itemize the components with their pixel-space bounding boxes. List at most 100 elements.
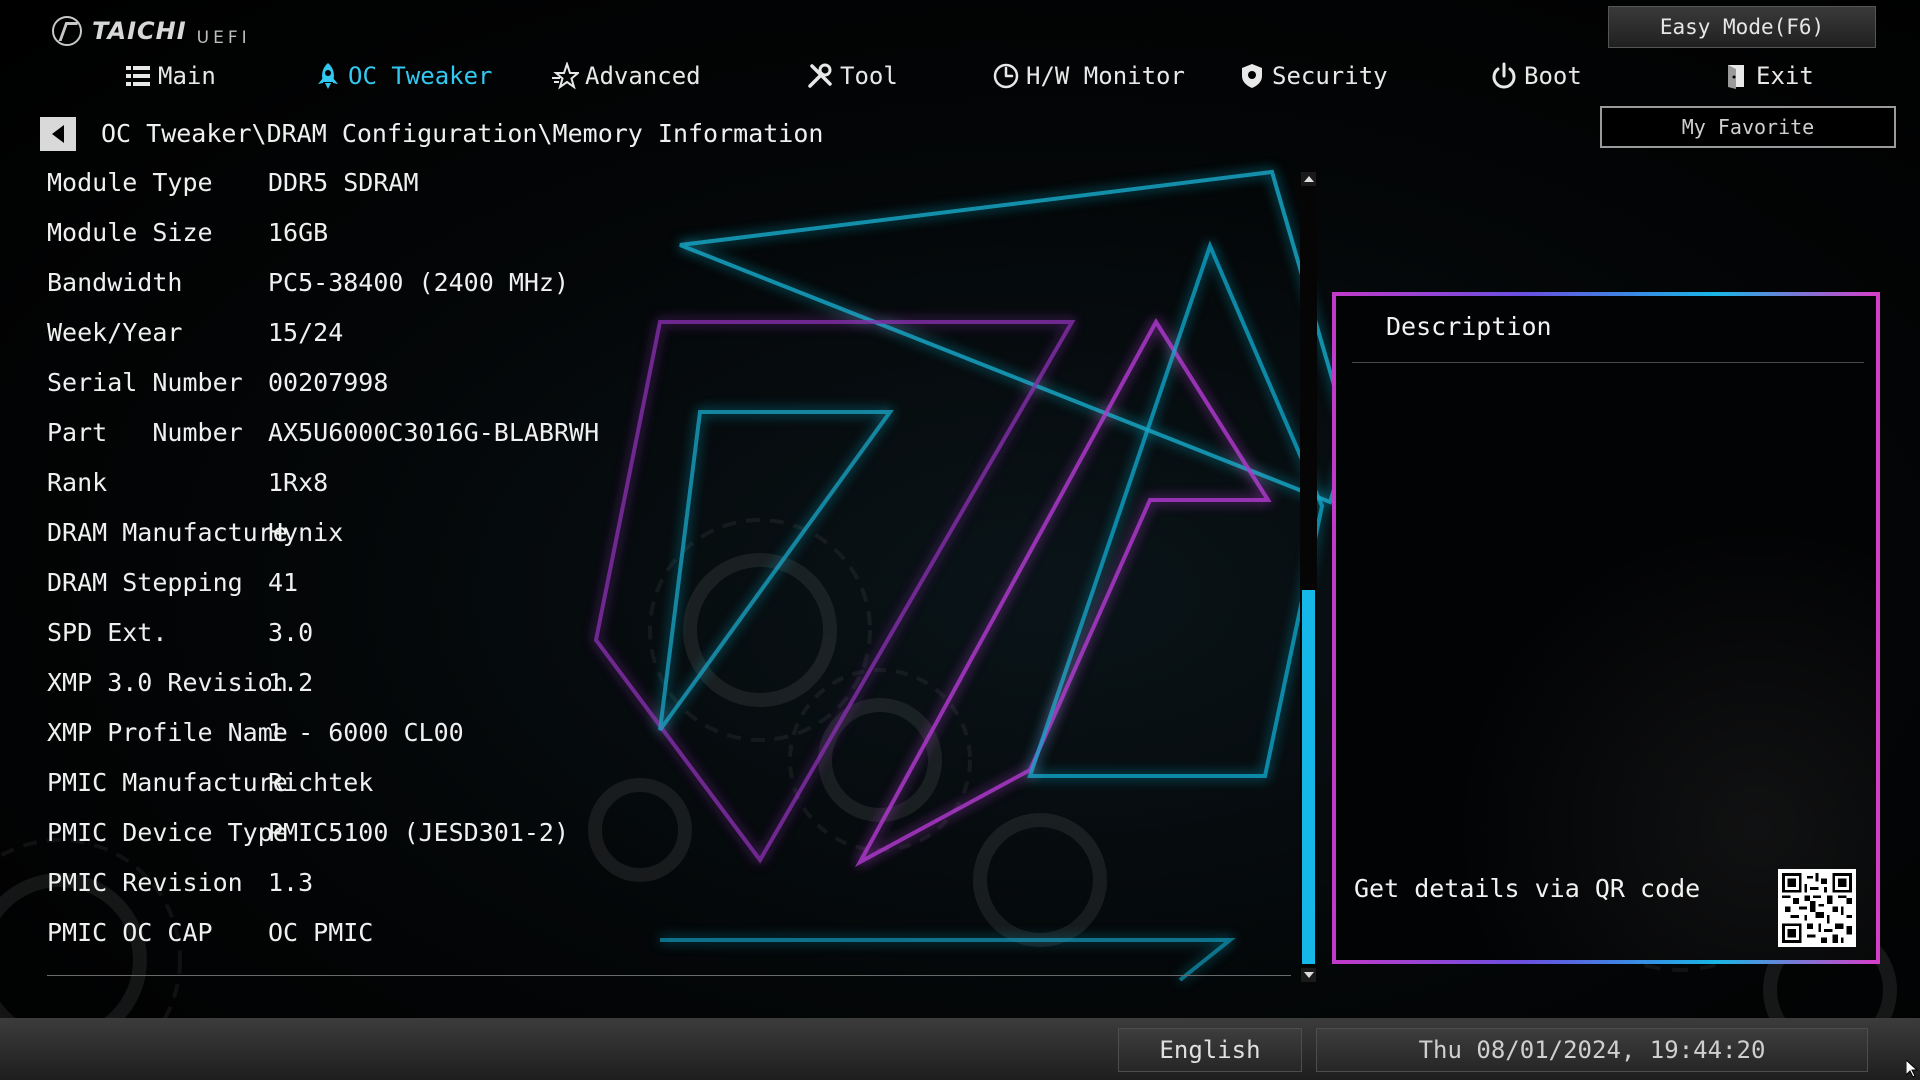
main-nav: Main OC Tweaker Advanced Tool H/W Monito…	[0, 56, 1920, 96]
scroll-down-button[interactable]	[1301, 968, 1316, 982]
info-row-module-size[interactable]: Module Size 16GB	[47, 213, 1297, 263]
info-row-dram-manufacture[interactable]: DRAM Manufacture Hynix	[47, 513, 1297, 563]
tab-oc-tweaker[interactable]: OC Tweaker	[314, 56, 493, 96]
info-value: 3.0	[268, 618, 314, 647]
date-time-display: Thu 08/01/2024, 19:44:20	[1316, 1028, 1868, 1072]
list-icon	[126, 66, 150, 86]
description-title: Description	[1386, 312, 1552, 341]
info-value: PMIC5100 (JESD301-2)	[268, 818, 570, 847]
tab-security[interactable]: Security	[1238, 56, 1388, 96]
info-value: AX5U6000C3016G-BLABRWH	[268, 418, 600, 447]
info-label: Module Size	[47, 218, 213, 247]
info-row-pmic-revision[interactable]: PMIC Revision 1.3	[47, 863, 1297, 913]
scroll-up-button[interactable]	[1301, 172, 1316, 186]
info-value: Hynix	[268, 518, 344, 547]
info-label: PMIC OC CAP	[47, 918, 213, 947]
info-row-pmic-oc-cap[interactable]: PMIC OC CAP OC PMIC	[47, 913, 1297, 963]
tab-exit[interactable]: Exit	[1722, 56, 1814, 96]
info-row-week-year[interactable]: Week/Year 15/24	[47, 313, 1297, 363]
tab-label: Advanced	[585, 62, 701, 90]
info-value: OC PMIC	[268, 918, 374, 947]
qr-code-caption: Get details via QR code	[1354, 874, 1701, 903]
info-label: XMP 3.0 Revision	[47, 668, 288, 697]
info-label: Part Number	[47, 418, 243, 447]
info-label: SPD Ext.	[47, 618, 168, 647]
tab-label: H/W Monitor	[1026, 62, 1185, 90]
back-button[interactable]	[40, 117, 76, 151]
power-icon	[1492, 62, 1516, 89]
info-value: 41	[268, 568, 299, 597]
back-arrow-icon	[52, 125, 64, 143]
tab-hw-monitor[interactable]: H/W Monitor	[992, 56, 1185, 96]
info-row-rank[interactable]: Rank 1Rx8	[47, 463, 1297, 513]
tab-label: Tool	[840, 62, 898, 90]
info-label: XMP Profile Name	[47, 718, 288, 747]
info-value: PC5-38400 (2400 MHz)	[268, 268, 570, 297]
breadcrumb: OC Tweaker\DRAM Configuration\Memory Inf…	[101, 119, 824, 148]
info-row-xmp-profile-name[interactable]: XMP Profile Name 1 - 6000 CL00	[47, 713, 1297, 763]
info-value: 00207998	[268, 368, 389, 397]
info-value: 1 - 6000 CL00	[268, 718, 464, 747]
monitor-gauge-icon	[993, 63, 1019, 89]
scroll-thumb[interactable]	[1302, 590, 1315, 964]
info-label: DRAM Stepping	[47, 568, 243, 597]
list-scrollbar[interactable]	[1300, 170, 1317, 984]
tab-label: Boot	[1524, 62, 1582, 90]
brand-subtitle: UEFI	[196, 28, 251, 48]
info-value: 1Rx8	[268, 468, 329, 497]
memory-info-list: Module Type DDR5 SDRAM Module Size 16GB …	[47, 163, 1297, 963]
description-divider	[1352, 362, 1864, 363]
info-label: PMIC Revision	[47, 868, 243, 897]
tab-main[interactable]: Main	[124, 56, 216, 96]
info-row-pmic-device-type[interactable]: PMIC Device Type PMIC5100 (JESD301-2)	[47, 813, 1297, 863]
easy-mode-button[interactable]: Easy Mode(F6)	[1608, 6, 1876, 48]
info-row-part-number[interactable]: Part Number AX5U6000C3016G-BLABRWH	[47, 413, 1297, 463]
tab-label: OC Tweaker	[348, 62, 493, 90]
info-value: Richtek	[268, 768, 374, 797]
info-label: PMIC Device Type	[47, 818, 288, 847]
info-label: Serial Number	[47, 368, 243, 397]
qr-code-icon	[1782, 873, 1852, 943]
info-label: PMIC Manufacture	[47, 768, 288, 797]
info-value: 16GB	[268, 218, 329, 247]
info-label: Bandwidth	[47, 268, 183, 297]
arrow-up-icon	[1303, 176, 1314, 182]
tab-label: Security	[1272, 62, 1388, 90]
info-row-spd-ext[interactable]: SPD Ext. 3.0	[47, 613, 1297, 663]
list-divider	[47, 975, 1291, 976]
tab-tool[interactable]: Tool	[806, 56, 898, 96]
info-value: 1.2	[268, 668, 314, 697]
info-label: DRAM Manufacture	[47, 518, 288, 547]
info-row-pmic-manufacture[interactable]: PMIC Manufacture Richtek	[47, 763, 1297, 813]
tab-advanced[interactable]: Advanced	[551, 56, 701, 96]
brand-logo-area: TAICHI UEFI	[52, 14, 251, 48]
description-panel: Description Get details via QR code	[1332, 292, 1880, 964]
rocket-icon	[318, 63, 338, 89]
info-value: 15/24	[268, 318, 344, 347]
taichi-logo-icon	[52, 16, 82, 46]
info-row-bandwidth[interactable]: Bandwidth PC5-38400 (2400 MHz)	[47, 263, 1297, 313]
info-value: 1.3	[268, 868, 314, 897]
my-favorite-button[interactable]: My Favorite	[1600, 106, 1896, 148]
tab-label: Exit	[1756, 62, 1814, 90]
arrow-down-icon	[1303, 972, 1314, 978]
info-value: DDR5 SDRAM	[268, 168, 419, 197]
info-row-module-type[interactable]: Module Type DDR5 SDRAM	[47, 163, 1297, 213]
qr-code[interactable]	[1778, 869, 1856, 947]
info-label: Rank	[47, 468, 108, 497]
tab-boot[interactable]: Boot	[1490, 56, 1582, 96]
info-label: Module Type	[47, 168, 213, 197]
info-row-xmp-revision[interactable]: XMP 3.0 Revision 1.2	[47, 663, 1297, 713]
description-panel-body: Description Get details via QR code	[1336, 296, 1876, 960]
shield-icon	[1242, 64, 1262, 88]
info-row-serial-number[interactable]: Serial Number 00207998	[47, 363, 1297, 413]
info-label: Week/Year	[47, 318, 183, 347]
tab-label: Main	[158, 62, 216, 90]
language-button[interactable]: English	[1118, 1028, 1302, 1072]
exit-door-icon	[1728, 65, 1744, 89]
info-row-dram-stepping[interactable]: DRAM Stepping 41	[47, 563, 1297, 613]
brand-name: TAICHI	[92, 17, 187, 45]
mouse-pointer-icon	[1906, 1060, 1918, 1078]
wrench-icon	[808, 63, 832, 88]
star-icon	[552, 62, 579, 90]
